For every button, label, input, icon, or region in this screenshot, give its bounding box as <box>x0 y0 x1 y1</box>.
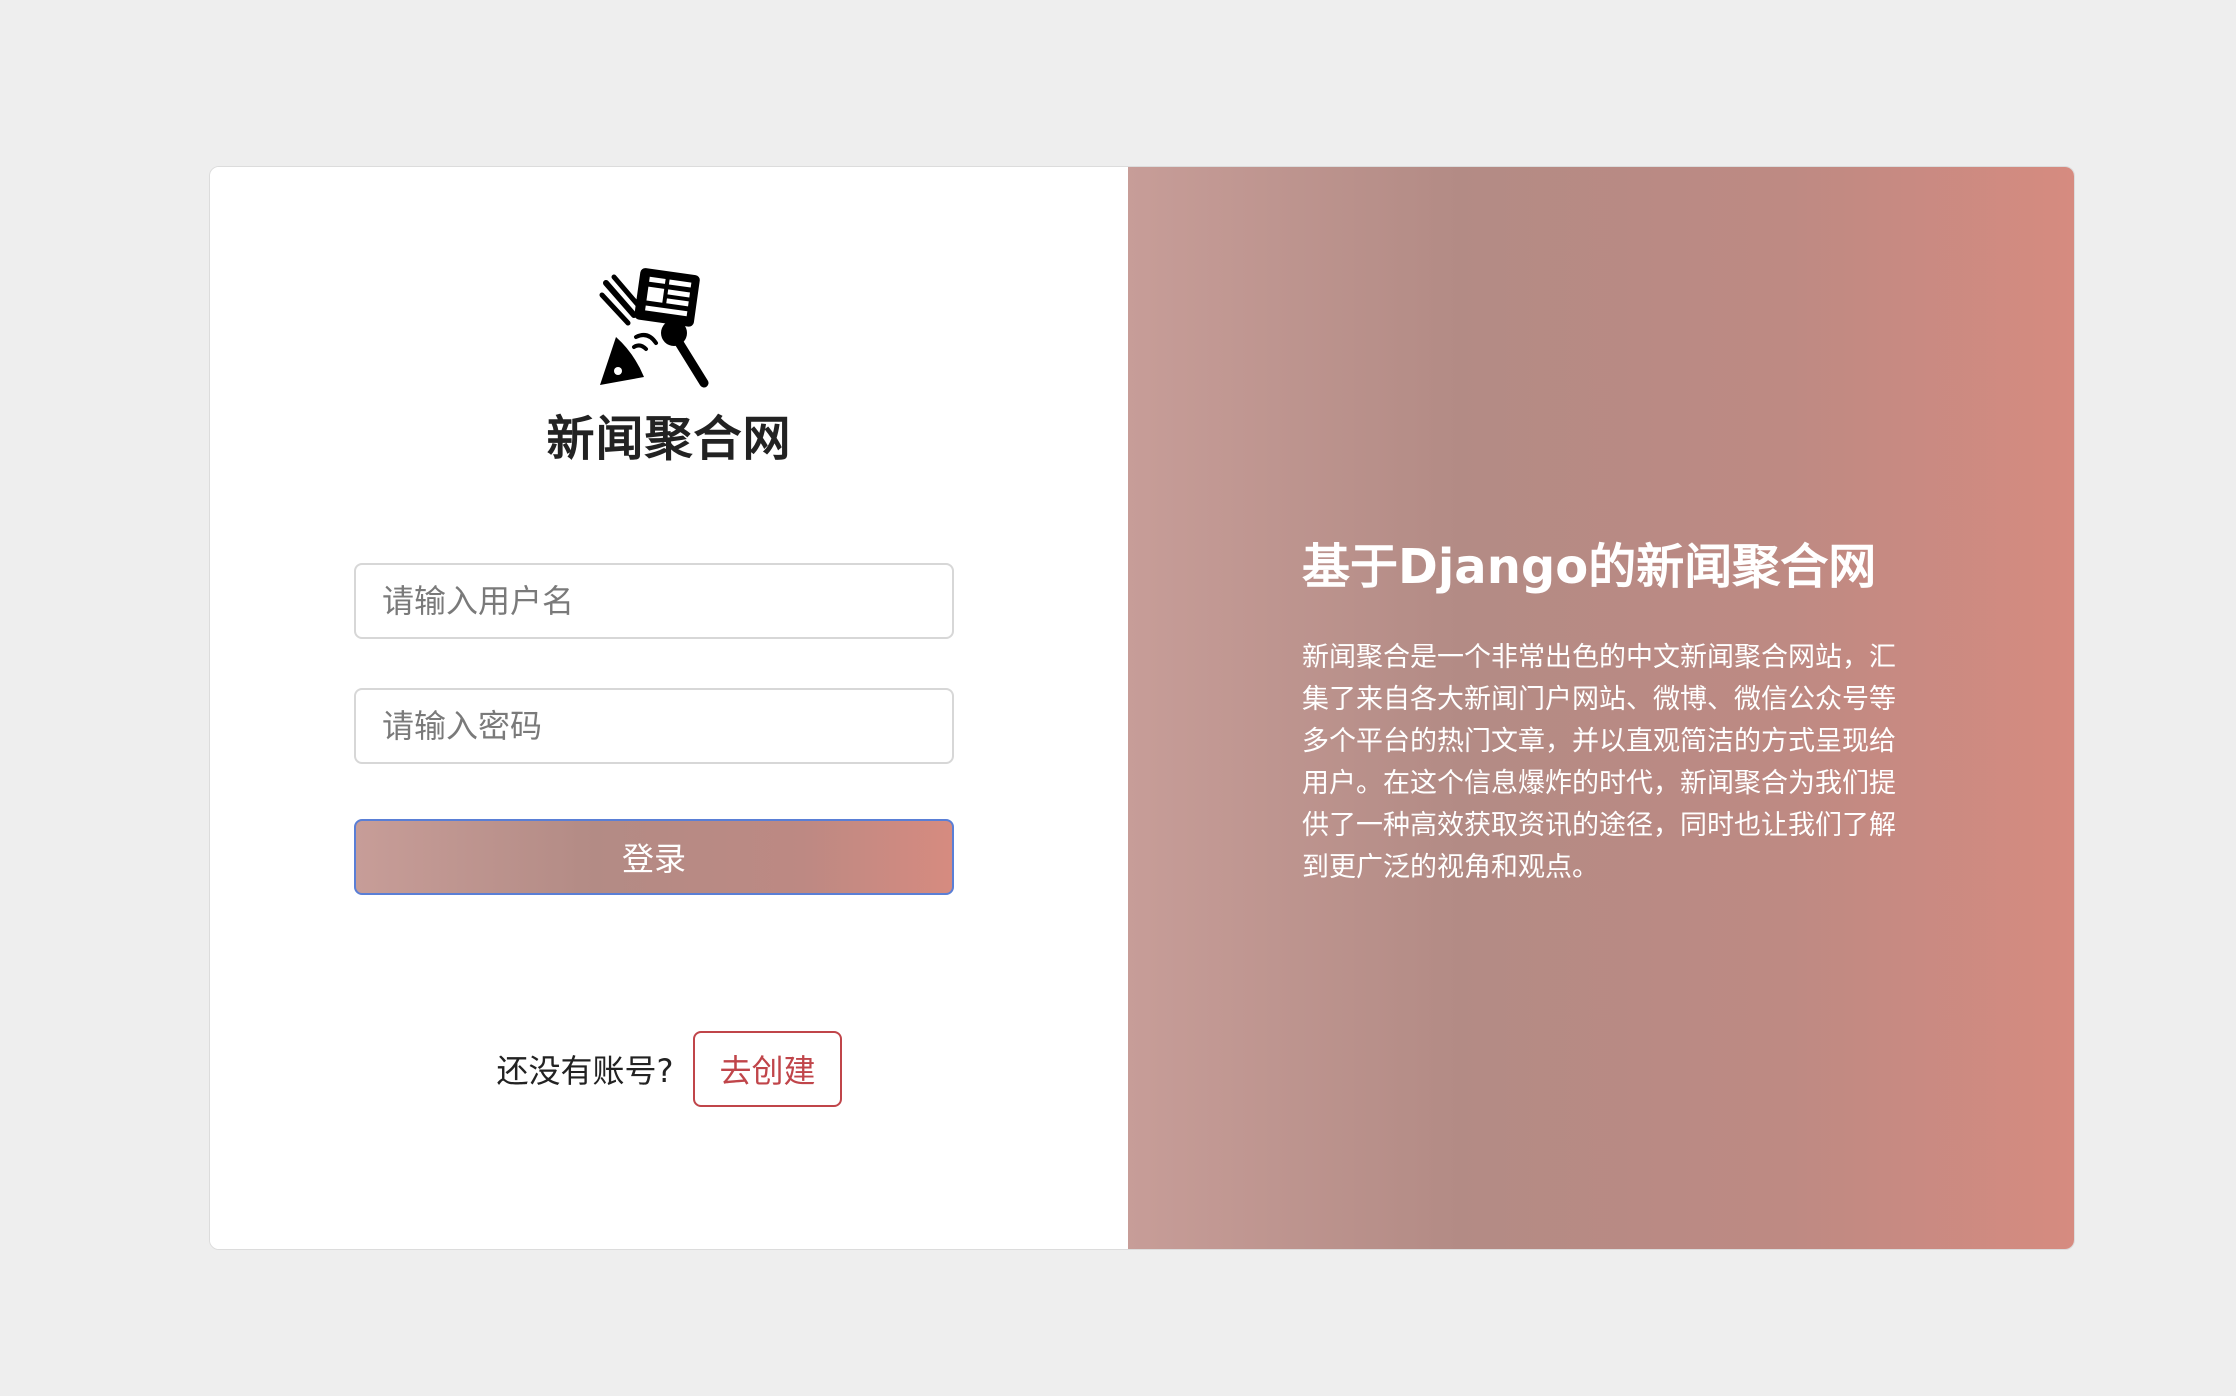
username-input[interactable] <box>354 563 954 639</box>
login-button[interactable]: 登录 <box>354 819 954 895</box>
info-description: 新闻聚合是一个非常出色的中文新闻聚合网站，汇集了来自各大新闻门户网站、微博、微信… <box>1302 642 1896 883</box>
login-panel: 新闻聚合网 登录 还没有账号? 去创建 <box>210 167 1128 1249</box>
info-panel: 基于Django的新闻聚合网 新闻聚合是一个非常出色的中文新闻聚合网站，汇集了来… <box>1128 167 2074 1249</box>
news-satellite-microphone-icon <box>599 268 709 388</box>
create-account-button[interactable]: 去创建 <box>693 1031 842 1107</box>
info-title: 基于Django的新闻聚合网 <box>1302 539 1877 595</box>
login-card: 新闻聚合网 登录 还没有账号? 去创建 基于Django的新闻聚合网 新闻聚合是… <box>209 166 2075 1250</box>
signup-prompt: 还没有账号? <box>496 1052 674 1090</box>
brand-title: 新闻聚合网 <box>546 411 792 467</box>
signup-row: 还没有账号? 去创建 <box>210 1031 1128 1107</box>
password-input[interactable] <box>354 688 954 764</box>
